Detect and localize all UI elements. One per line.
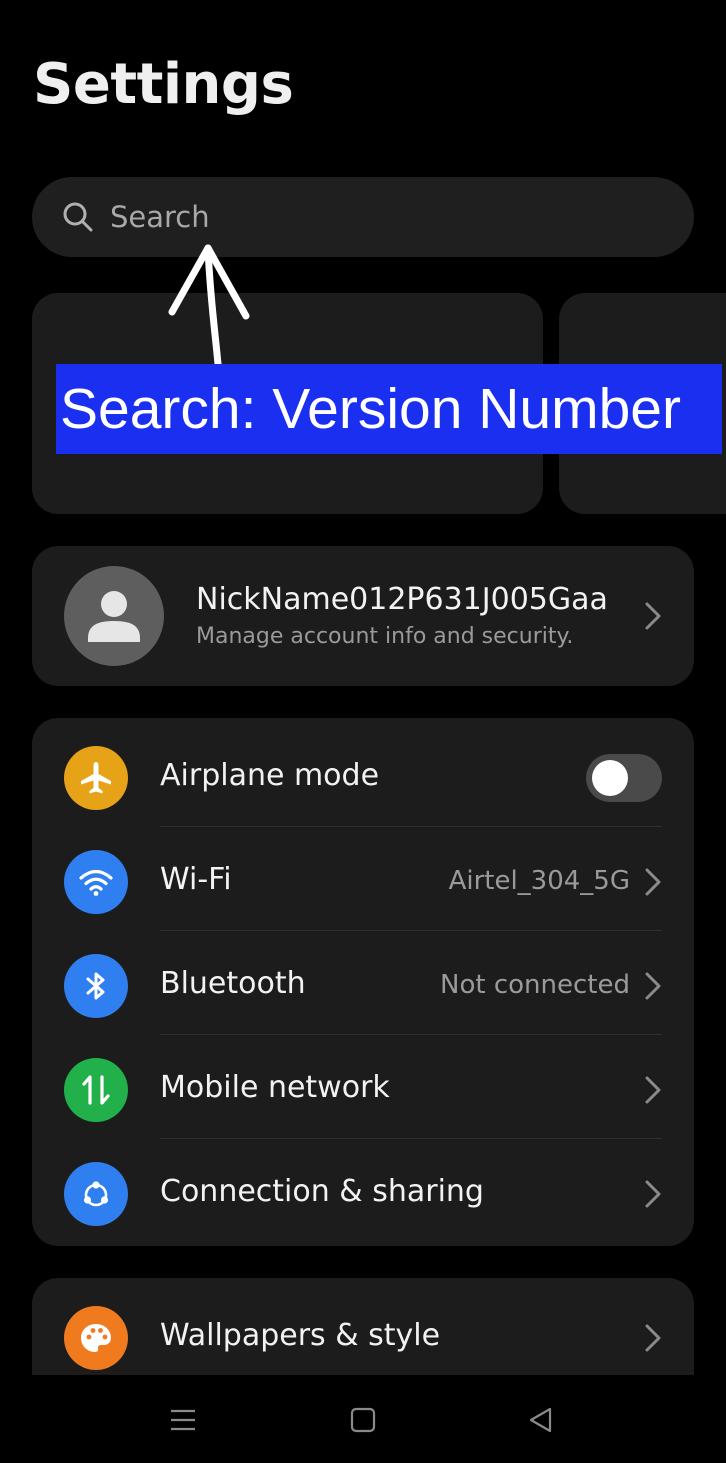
wifi-network-name: Airtel_304_5G: [448, 866, 630, 896]
search-icon: [63, 202, 93, 232]
settings-item-mobile-network[interactable]: Mobile network: [32, 1034, 694, 1138]
divider: [160, 1138, 662, 1139]
account-subtitle: Manage account info and security.: [196, 624, 574, 649]
wallpapers-style-label: Wallpapers & style: [160, 1318, 441, 1353]
chevron-right-icon: [645, 972, 661, 1000]
divider: [160, 1034, 662, 1035]
settings-item-airplane-mode[interactable]: Airplane mode: [32, 722, 694, 826]
chevron-right-icon: [645, 868, 661, 896]
annotation-banner: Search: Version Number: [56, 364, 722, 454]
back-icon[interactable]: [526, 1405, 556, 1435]
menu-icon[interactable]: [168, 1405, 198, 1435]
avatar[interactable]: [64, 566, 164, 666]
bluetooth-label: Bluetooth: [160, 966, 306, 1001]
search-bar[interactable]: [32, 177, 694, 257]
search-input[interactable]: [110, 200, 630, 234]
connection-sharing-label: Connection & sharing: [160, 1174, 484, 1209]
account-card[interactable]: NickName012P631J005Gaa Manage account in…: [32, 546, 694, 686]
person-icon: [88, 591, 140, 642]
divider: [160, 930, 662, 931]
settings-item-wifi[interactable]: Wi-Fi Airtel_304_5G: [32, 826, 694, 930]
airplane-icon: [64, 746, 128, 810]
toggle-knob: [592, 760, 628, 796]
wifi-icon: [64, 850, 128, 914]
airplane-mode-label: Airplane mode: [160, 758, 380, 793]
wifi-label: Wi-Fi: [160, 862, 232, 897]
palette-icon: [64, 1306, 128, 1370]
chevron-right-icon: [645, 1076, 661, 1104]
chevron-right-icon: [645, 1180, 661, 1208]
account-name: NickName012P631J005Gaa: [196, 582, 608, 617]
connectivity-group: Airplane mode Wi-Fi Airtel_304_5G Blueto…: [32, 718, 694, 1246]
mobile-network-label: Mobile network: [160, 1070, 390, 1105]
settings-item-wallpapers-style[interactable]: Wallpapers & style: [32, 1282, 694, 1386]
home-icon[interactable]: [348, 1405, 378, 1435]
navigation-bar: [0, 1375, 726, 1463]
airplane-mode-toggle[interactable]: [586, 754, 662, 802]
divider: [160, 826, 662, 827]
annotation-arrow-icon: [168, 244, 250, 366]
page-title: Settings: [33, 52, 294, 117]
connection-sharing-icon: [64, 1162, 128, 1226]
mobile-network-icon: [64, 1058, 128, 1122]
settings-item-connection-sharing[interactable]: Connection & sharing: [32, 1138, 694, 1242]
bluetooth-status: Not connected: [440, 970, 630, 1000]
settings-item-bluetooth[interactable]: Bluetooth Not connected: [32, 930, 694, 1034]
chevron-right-icon: [645, 602, 661, 630]
bluetooth-icon: [64, 954, 128, 1018]
chevron-right-icon: [645, 1324, 661, 1352]
settings-screen: Settings Search: Version Number NickName…: [0, 0, 726, 1463]
